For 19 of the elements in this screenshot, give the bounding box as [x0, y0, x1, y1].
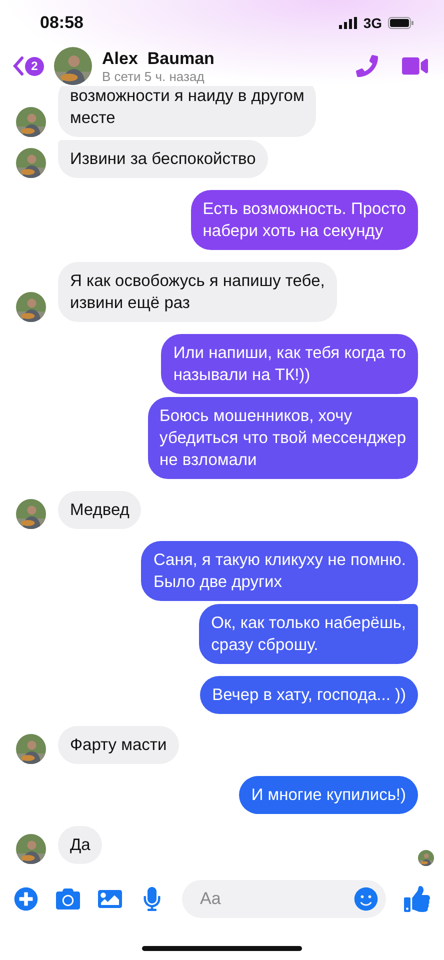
message-input[interactable]: Aa	[198, 888, 354, 910]
message-bubble: Есть возможность. Просто набери хоть на секунду	[190, 190, 418, 250]
message-bubble: Ок, как только наберёшь, сразу сброшу.	[199, 604, 418, 664]
message-bubble: Саня, я такую кликуху не помню. Было две других	[141, 541, 418, 601]
network-type: 3G	[363, 15, 382, 31]
message-bubble: Или напиши, как тебя когда то называли на ТК!))	[161, 334, 418, 394]
message-bubble: И многие купились!)	[239, 776, 418, 814]
clock-time: 08:58	[40, 13, 84, 33]
online-status: В сети 5 ч. назад	[102, 68, 206, 84]
contact-name: Alex Bauman	[102, 48, 216, 68]
message-bubble: возможности я наиду в другом месте	[58, 86, 316, 137]
message-bubble: Боюсь мошенников, хочу убедиться что твой мессенджер не взломали	[148, 397, 418, 479]
message-bubble: Да	[58, 826, 102, 864]
message-bubble: Вечер в хату, господа... ))	[200, 676, 418, 714]
message-field[interactable]: Aa	[182, 880, 386, 918]
message-bubble: Фарту масти	[58, 726, 179, 764]
message-bubble: Извини за беспокойство	[58, 140, 268, 178]
message-bubble: Медвед	[58, 491, 142, 529]
message-bubble: Я как освобожусь я напишу тебе, извини ещё раз	[58, 262, 337, 322]
